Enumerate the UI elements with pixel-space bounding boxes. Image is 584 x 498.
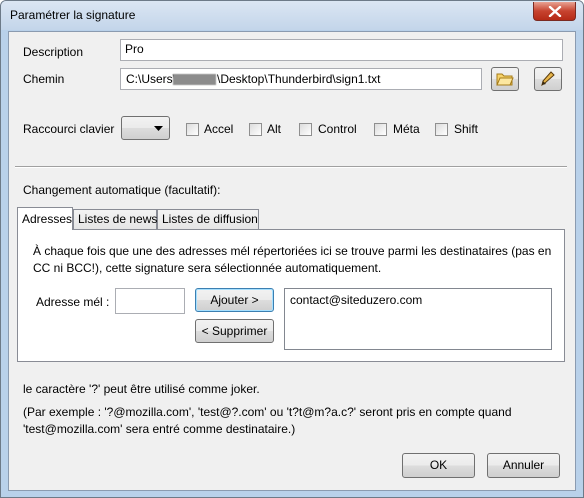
- addresses-tab-panel: À chaque fois que une des adresses mél r…: [17, 229, 565, 362]
- redacted-username: [173, 74, 216, 85]
- shortcut-label: Raccourci clavier: [23, 122, 115, 136]
- remove-button[interactable]: < Supprimer: [195, 319, 274, 343]
- chevron-down-icon: [154, 126, 163, 131]
- cancel-button[interactable]: Annuler: [487, 453, 560, 478]
- tab-listes-de-news[interactable]: Listes de news: [73, 209, 157, 229]
- auto-change-heading: Changement automatique (facultatif):: [23, 183, 221, 197]
- shortcut-key-dropdown[interactable]: [121, 116, 170, 140]
- tab-adresses[interactable]: Adresses: [17, 207, 73, 230]
- dialog-window: Paramétrer la signature Description Pro …: [0, 0, 584, 498]
- dialog-content: Description Pro Chemin C:\Users\ \Deskto…: [8, 31, 576, 491]
- joker-note: le caractère '?' peut être utilisé comme…: [23, 382, 260, 396]
- alt-label: Alt: [267, 122, 282, 136]
- description-label: Description: [23, 45, 84, 59]
- window-title: Paramétrer la signature: [10, 8, 136, 22]
- meta-label: Méta: [393, 122, 420, 136]
- path-suffix: \Desktop\Thunderbird\sign1.txt: [217, 72, 381, 86]
- meta-checkbox[interactable]: [374, 123, 387, 136]
- ok-button[interactable]: OK: [402, 453, 475, 478]
- description-input[interactable]: Pro: [120, 39, 563, 61]
- path-input[interactable]: C:\Users\ \Desktop\Thunderbird\sign1.txt: [120, 68, 482, 90]
- accel-label: Accel: [204, 122, 234, 136]
- description-value: Pro: [125, 42, 144, 56]
- add-button[interactable]: Ajouter >: [195, 288, 274, 312]
- shift-checkbox[interactable]: [435, 123, 448, 136]
- title-bar: Paramétrer la signature: [1, 1, 583, 30]
- edit-button[interactable]: [534, 67, 562, 91]
- addresses-description: À chaque fois que une des adresses mél r…: [33, 244, 552, 275]
- control-label: Control: [318, 122, 357, 136]
- separator: [15, 166, 567, 168]
- path-label: Chemin: [23, 72, 65, 86]
- control-checkbox[interactable]: [299, 123, 312, 136]
- address-list[interactable]: contact@siteduzero.com: [284, 288, 552, 350]
- email-label: Adresse mél :: [36, 295, 110, 309]
- path-prefix: C:\Users\: [126, 72, 177, 86]
- browse-button[interactable]: [491, 67, 519, 91]
- alt-checkbox[interactable]: [249, 123, 262, 136]
- folder-icon: [496, 73, 514, 86]
- email-input[interactable]: [115, 288, 185, 314]
- address-list-item[interactable]: contact@siteduzero.com: [290, 293, 422, 307]
- pencil-icon: [541, 71, 555, 87]
- tab-listes-de-diffusion[interactable]: Listes de diffusion: [157, 209, 259, 229]
- shift-label: Shift: [454, 122, 479, 136]
- example-note: (Par exemple : '?@mozilla.com', 'test@?.…: [23, 405, 512, 436]
- close-icon: [548, 6, 562, 17]
- close-button[interactable]: [533, 2, 576, 21]
- accel-checkbox[interactable]: [186, 123, 199, 136]
